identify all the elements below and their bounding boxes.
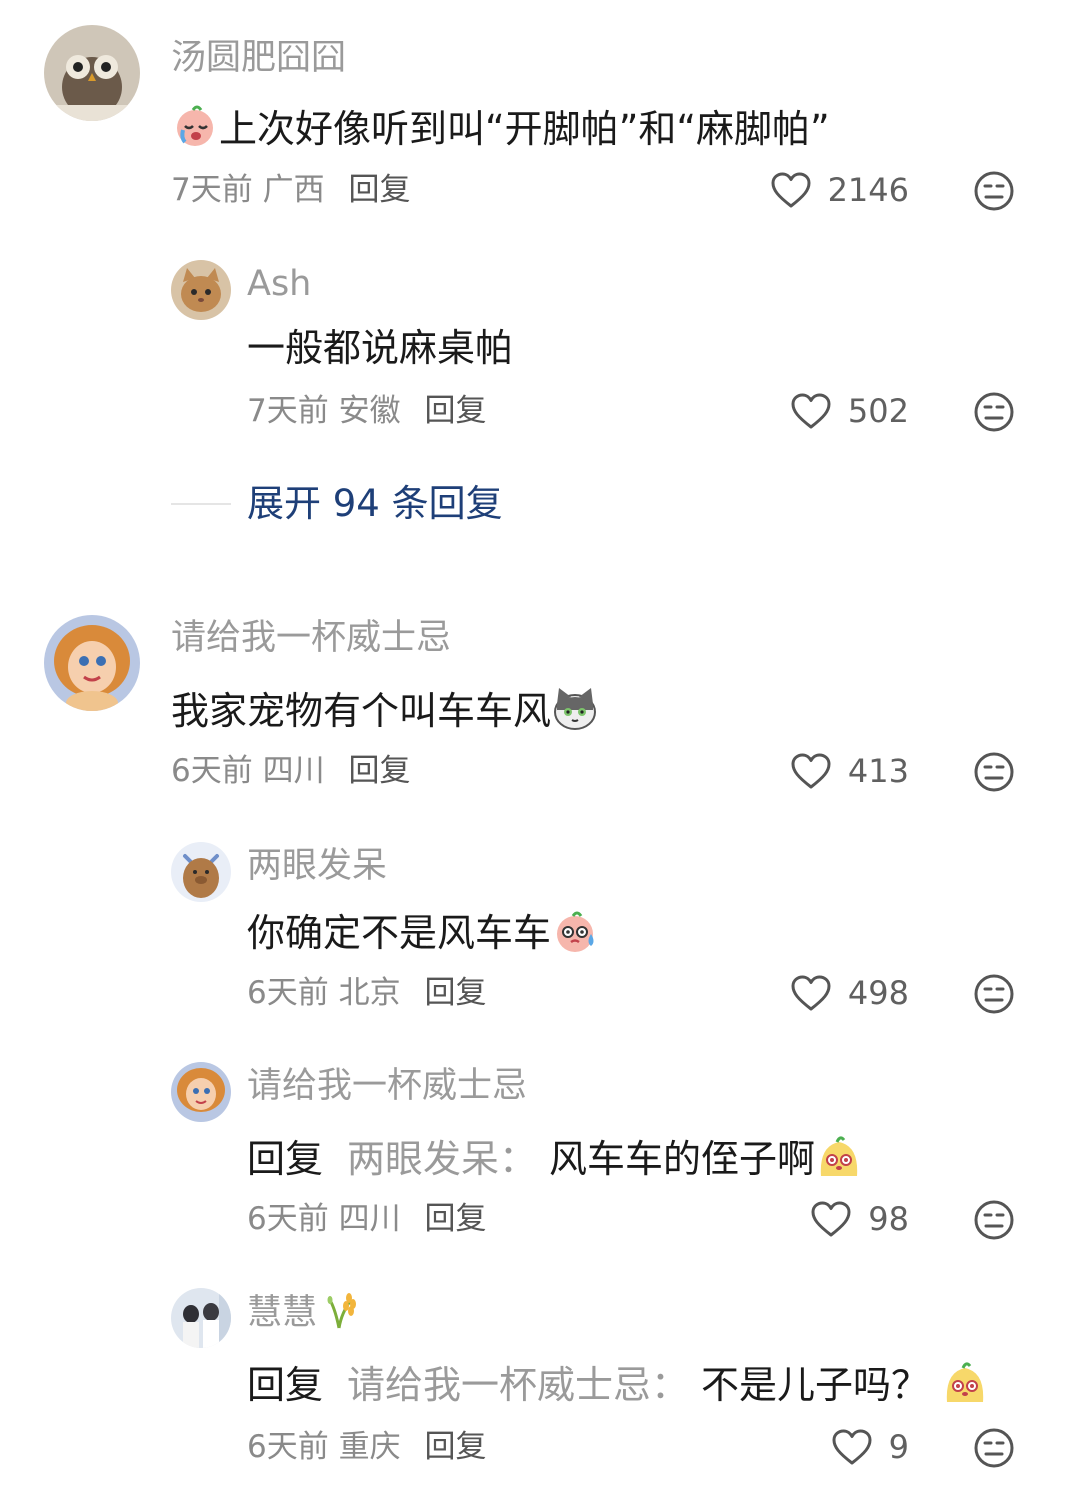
photo-avatar-icon bbox=[171, 1288, 231, 1348]
heart-icon bbox=[771, 172, 811, 208]
reply-prefix: 回复 bbox=[247, 1363, 324, 1407]
sweat-emoji-icon bbox=[551, 906, 599, 954]
reply-button[interactable]: 回复 bbox=[424, 1201, 486, 1237]
heart-icon bbox=[791, 393, 831, 429]
username-text: 慧慧 bbox=[247, 1293, 318, 1333]
heart-icon bbox=[832, 1429, 872, 1465]
owl-avatar-icon bbox=[44, 25, 140, 121]
comment-location: 重庆 bbox=[338, 1429, 401, 1465]
dislike-face-icon[interactable] bbox=[973, 1427, 1015, 1469]
avatar[interactable] bbox=[171, 1062, 231, 1122]
cat-emoji-icon bbox=[551, 684, 599, 732]
comment-location: 广西 bbox=[262, 172, 325, 208]
reply-button[interactable]: 回复 bbox=[424, 975, 486, 1011]
cat-avatar-icon bbox=[171, 260, 231, 320]
comment-meta: 6天前 四川 回复 bbox=[171, 751, 410, 791]
like-button[interactable]: 98 bbox=[810, 1199, 909, 1239]
comment-meta: 6天前 北京 回复 bbox=[247, 973, 486, 1013]
comment-text: 一般都说麻桌帕 bbox=[247, 324, 513, 372]
comment-time: 6天前 bbox=[247, 975, 329, 1011]
comment-text: 我家宠物有个叫车车风 bbox=[171, 684, 599, 735]
comment-text: 你确定不是风车车 bbox=[247, 906, 599, 957]
expand-replies-button[interactable]: 展开 94 条回复 bbox=[171, 480, 503, 528]
reply-prefix: 回复 bbox=[247, 1137, 324, 1181]
username[interactable]: Ash bbox=[247, 262, 311, 306]
username[interactable]: 汤圆肥囧囧 bbox=[171, 36, 346, 80]
dislike-face-icon[interactable] bbox=[973, 751, 1015, 793]
comment-body: 你确定不是风车车 bbox=[247, 911, 552, 955]
capybara-avatar-icon bbox=[171, 842, 231, 902]
reply-to-user[interactable]: 两眼发呆： bbox=[347, 1137, 537, 1181]
comment-location: 安徽 bbox=[338, 393, 401, 429]
cartoon-girl-avatar-icon bbox=[44, 615, 140, 711]
like-button[interactable]: 9 bbox=[831, 1427, 909, 1467]
comment-location: 四川 bbox=[338, 1201, 401, 1237]
like-button[interactable]: 502 bbox=[790, 391, 909, 431]
comment-location: 北京 bbox=[338, 975, 401, 1011]
divider bbox=[171, 503, 231, 505]
comment-meta: 7天前 广西 回复 bbox=[171, 170, 410, 210]
heart-icon bbox=[791, 975, 831, 1011]
comment-meta: 6天前 四川 回复 bbox=[247, 1199, 486, 1239]
comment-body: 风车车的侄子啊 bbox=[549, 1137, 816, 1181]
wheat-badge-icon bbox=[327, 1293, 357, 1329]
username[interactable]: 请给我一杯威士忌 bbox=[171, 616, 451, 660]
avatar[interactable] bbox=[171, 260, 231, 320]
comment-text: 上次好像听到叫“开脚帕”和“麻脚帕” bbox=[171, 102, 830, 153]
comment-meta: 6天前 重庆 回复 bbox=[247, 1427, 486, 1467]
comment-time: 6天前 bbox=[171, 753, 253, 789]
heart-icon bbox=[811, 1201, 851, 1237]
like-button[interactable]: 2146 bbox=[770, 170, 909, 210]
reply-button[interactable]: 回复 bbox=[348, 753, 410, 789]
like-count: 98 bbox=[868, 1200, 909, 1238]
avatar[interactable] bbox=[44, 25, 140, 121]
heart-icon bbox=[791, 753, 831, 789]
reply-to-user[interactable]: 请给我一杯威士忌： bbox=[347, 1363, 689, 1407]
like-count: 502 bbox=[847, 392, 909, 430]
comment-body: 一般都说麻桌帕 bbox=[247, 326, 514, 370]
comment-body: 不是儿子吗？ bbox=[701, 1363, 930, 1407]
comment-body: 我家宠物有个叫车车风 bbox=[171, 689, 552, 733]
comment-time: 7天前 bbox=[171, 172, 253, 208]
like-count: 413 bbox=[847, 752, 909, 790]
comment-location: 四川 bbox=[262, 753, 325, 789]
expand-replies-label: 展开 94 条回复 bbox=[247, 482, 503, 525]
avatar[interactable] bbox=[171, 842, 231, 902]
crying-emoji-icon bbox=[171, 102, 219, 150]
like-count: 2146 bbox=[827, 171, 909, 209]
yellow-blob-emoji-icon bbox=[941, 1358, 989, 1406]
comment-text: 回复 两眼发呆： 风车车的侄子啊 bbox=[247, 1132, 863, 1183]
comment-time: 6天前 bbox=[247, 1429, 329, 1465]
username[interactable]: 请给我一杯威士忌 bbox=[247, 1064, 527, 1108]
comment-time: 7天前 bbox=[247, 393, 329, 429]
cartoon-girl-avatar-icon bbox=[171, 1062, 231, 1122]
dislike-face-icon[interactable] bbox=[973, 391, 1015, 433]
comment-text: 回复 请给我一杯威士忌： 不是儿子吗？ bbox=[247, 1358, 989, 1409]
dislike-face-icon[interactable] bbox=[973, 170, 1015, 212]
reply-button[interactable]: 回复 bbox=[424, 393, 486, 429]
avatar[interactable] bbox=[171, 1288, 231, 1348]
username[interactable]: 慧慧 bbox=[247, 1290, 357, 1335]
yellow-blob-emoji-icon bbox=[815, 1132, 863, 1180]
like-button[interactable]: 498 bbox=[790, 973, 909, 1013]
like-button[interactable]: 413 bbox=[790, 751, 909, 791]
dislike-face-icon[interactable] bbox=[973, 973, 1015, 1015]
reply-button[interactable]: 回复 bbox=[424, 1429, 486, 1465]
username[interactable]: 两眼发呆 bbox=[247, 844, 387, 888]
like-count: 9 bbox=[888, 1428, 909, 1466]
reply-button[interactable]: 回复 bbox=[348, 172, 410, 208]
avatar[interactable] bbox=[44, 615, 140, 711]
like-count: 498 bbox=[847, 974, 909, 1012]
comment-meta: 7天前 安徽 回复 bbox=[247, 391, 486, 431]
comment-time: 6天前 bbox=[247, 1201, 329, 1237]
comment-body: 上次好像听到叫“开脚帕”和“麻脚帕” bbox=[219, 107, 830, 151]
dislike-face-icon[interactable] bbox=[973, 1199, 1015, 1241]
